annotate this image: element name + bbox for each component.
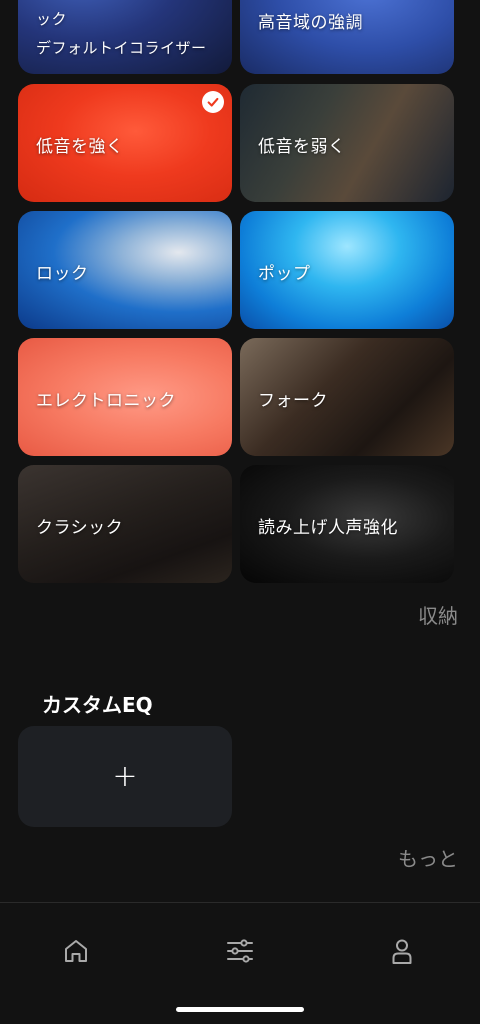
preset-card-pop[interactable]: ポップ <box>240 211 454 329</box>
preset-label-folk: フォーク <box>258 391 328 411</box>
preset-label-default-line2: デフォルトイコライザー <box>36 39 207 57</box>
preset-label-default-line1: ック <box>36 10 68 28</box>
custom-eq-title: カスタムEQ <box>42 693 153 717</box>
check-icon <box>202 91 224 113</box>
more-button[interactable]: もっと <box>398 843 458 872</box>
collapse-button[interactable]: 収納 <box>418 600 458 629</box>
preset-card-folk[interactable]: フォーク <box>240 338 454 456</box>
preset-label-vocal-enhance: 読み上げ人声強化 <box>258 518 398 538</box>
preset-card-bass-reduce[interactable]: 低音を弱く <box>240 84 454 202</box>
preset-card-default[interactable]: ック デフォルトイコライザー <box>18 0 232 74</box>
plus-icon: + <box>112 758 138 794</box>
preset-label-pop: ポップ <box>258 264 311 284</box>
nav-profile[interactable] <box>384 933 420 969</box>
preset-label-treble-boost: 高音域の強調 <box>258 13 363 33</box>
preset-card-vocal-enhance[interactable]: 読み上げ人声強化 <box>240 465 454 583</box>
nav-home[interactable] <box>58 933 94 969</box>
preset-card-classic[interactable]: クラシック <box>18 465 232 583</box>
preset-card-rock[interactable]: ロック <box>18 211 232 329</box>
sliders-icon <box>227 939 253 963</box>
home-indicator <box>176 1007 304 1012</box>
preset-label-classic: クラシック <box>36 518 124 538</box>
preset-label-electronic: エレクトロニック <box>36 391 176 411</box>
preset-label-bass-reduce: 低音を弱く <box>258 137 346 157</box>
preset-card-bass-boost[interactable]: 低音を強く <box>18 84 232 202</box>
preset-card-electronic[interactable]: エレクトロニック <box>18 338 232 456</box>
bottom-nav <box>0 903 480 1024</box>
add-custom-eq-button[interactable]: + <box>18 726 232 827</box>
preset-card-treble-boost[interactable]: 高音域の強調 <box>240 0 454 74</box>
person-icon <box>392 939 412 964</box>
preset-label-bass-boost: 低音を強く <box>36 137 124 157</box>
preset-label-rock: ロック <box>36 264 89 284</box>
home-icon <box>65 940 87 962</box>
nav-equalizer[interactable] <box>222 933 258 969</box>
